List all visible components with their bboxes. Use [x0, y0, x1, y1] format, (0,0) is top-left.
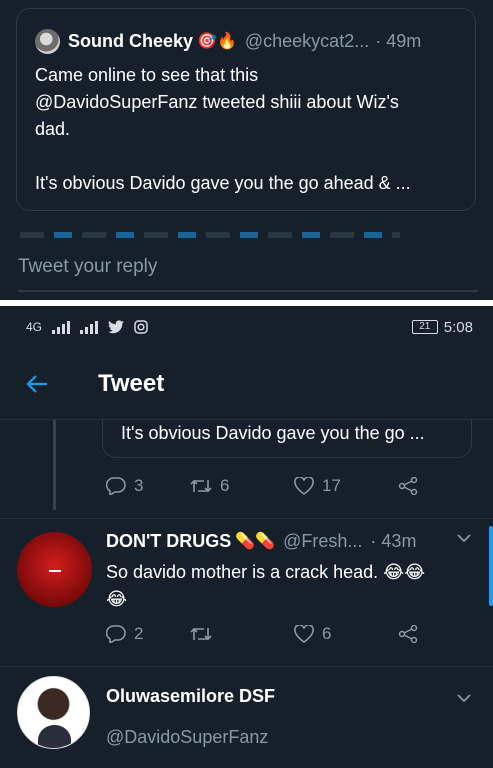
retweet-count: 6 [220, 476, 230, 495]
reply-count: 3 [134, 476, 144, 495]
back-arrow-icon[interactable] [26, 374, 86, 393]
twitter-icon [108, 320, 125, 334]
share-button[interactable] [398, 477, 418, 495]
reply-icon [106, 477, 126, 495]
share-button[interactable] [398, 625, 418, 643]
quoted-tweet-text: Came online to see that this @DavidoSupe… [35, 62, 457, 197]
author-handle[interactable]: @DavidoSuperFanz [106, 727, 275, 748]
reply-text-line: So davido mother is a crack head. 😂😂 [106, 562, 426, 582]
quoted-tweet-time: · 49m [375, 30, 422, 51]
cropped-metadata-line [20, 232, 400, 238]
quoted-snippet-text: It's obvious Davido gave you the go ... [121, 423, 425, 443]
retweet-icon [190, 479, 212, 493]
quoted-line: Came online to see that this [35, 65, 259, 85]
quoted-tweet-header: Sound Cheeky 🎯🔥 @cheekycat2... · 49m [35, 26, 457, 56]
share-icon [398, 477, 418, 495]
reply-tweet-text: So davido mother is a crack head. 😂😂 😂 [106, 559, 476, 613]
quoted-tweet-snippet[interactable]: It's obvious Davido gave you the go ... [102, 420, 472, 458]
heart-icon [294, 477, 314, 495]
author-emojis: 🎯🔥 [197, 33, 237, 50]
avatar[interactable] [17, 676, 90, 749]
chevron-down-icon[interactable] [457, 694, 471, 703]
chevron-down-icon[interactable] [457, 534, 471, 543]
reply-author-handle[interactable]: @Fresh... [283, 531, 362, 552]
retweet-button[interactable]: 6 [190, 476, 294, 496]
like-button[interactable]: 6 [294, 624, 398, 644]
reply-icon [106, 625, 126, 643]
page-title: Tweet [98, 369, 165, 397]
author-name[interactable]: Oluwasemilore DSF [106, 686, 275, 707]
scrollbar[interactable] [489, 526, 493, 606]
reply-tweet-header: DON'T DRUGS 💊💊 @Fresh... · 43m [106, 529, 476, 553]
retweet-icon [190, 627, 212, 641]
avatar[interactable] [35, 28, 60, 54]
quoted-line: @DavidoSuperFanz tweeted shiii about Wiz… [35, 92, 399, 112]
like-count: 6 [322, 624, 332, 643]
status-bar: 4G 21 5:08 [0, 306, 493, 348]
like-button[interactable]: 17 [294, 476, 398, 496]
signal2-icon [80, 320, 99, 334]
bottom-screenshot: 4G 21 5:08 Tweet It's obvious Davido gav… [0, 306, 493, 768]
heart-icon [294, 625, 314, 643]
reply-count: 2 [134, 624, 144, 643]
top-screenshot: Sound Cheeky 🎯🔥 @cheekycat2... · 49m Cam… [0, 0, 493, 300]
divider [0, 666, 493, 667]
tweet2-actions: 2 6 [106, 624, 418, 644]
instagram-icon [134, 320, 148, 334]
quoted-tweet-card[interactable]: Sound Cheeky 🎯🔥 @cheekycat2... · 49m Cam… [16, 8, 476, 211]
battery-icon: 21 [411, 320, 438, 334]
reply-tweet-time: · 43m [370, 530, 417, 551]
reply-author-name[interactable]: DON'T DRUGS [106, 531, 231, 552]
like-count: 17 [322, 476, 341, 495]
network-label: 4G [26, 320, 43, 334]
author-emojis: 💊💊 [235, 533, 276, 550]
quoted-author-name[interactable]: Sound Cheeky [68, 31, 193, 52]
reply-text-line: 😂 [106, 589, 128, 609]
share-icon [398, 625, 418, 643]
tweet1-actions: 3 6 17 [106, 476, 418, 496]
thread-connector [53, 420, 56, 510]
reply-tweet[interactable]: DON'T DRUGS 💊💊 @Fresh... · 43m So davido… [106, 529, 476, 613]
main-tweet-author[interactable]: Oluwasemilore DSF @DavidoSuperFanz [106, 686, 275, 748]
signal-icon [52, 320, 71, 334]
reply-button[interactable]: 3 [106, 476, 190, 496]
tweet-header: Tweet [0, 348, 493, 420]
avatar[interactable] [17, 532, 92, 607]
reply-input[interactable]: Tweet your reply [18, 256, 478, 292]
reply-button[interactable]: 2 [106, 624, 190, 644]
quoted-line: It's obvious Davido gave you the go ahea… [35, 173, 411, 193]
retweet-button[interactable] [190, 626, 294, 642]
clock: 5:08 [443, 318, 473, 336]
quoted-author-handle[interactable]: @cheekycat2... [245, 31, 369, 52]
divider [0, 518, 493, 519]
quoted-line: dad. [35, 119, 71, 139]
